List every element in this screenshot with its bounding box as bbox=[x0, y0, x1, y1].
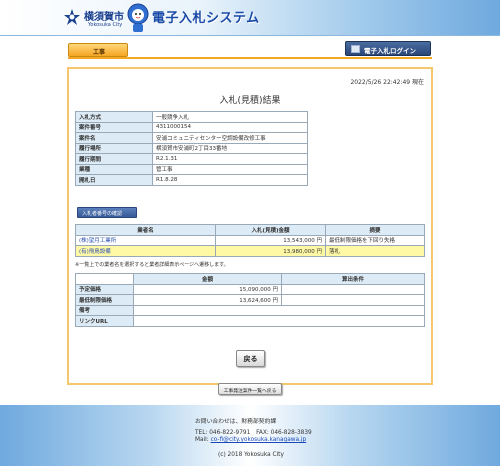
price-header: 金額 bbox=[133, 273, 282, 285]
table-row: 最低制限価格 13,624,600 円 bbox=[75, 294, 425, 306]
info-label: 入札方式 bbox=[75, 111, 153, 123]
remarks-value bbox=[133, 304, 425, 316]
price-condition bbox=[281, 283, 425, 295]
price-condition bbox=[281, 294, 425, 306]
mascot-icon bbox=[127, 3, 149, 32]
tel-fax-text: TEL: 046-822-9791 FAX: 046-828-3839 bbox=[195, 430, 312, 436]
info-row: 履行場所 横須賀市安浦町2丁目33番地 bbox=[75, 142, 308, 154]
price-header-row: 金額 算出条件 bbox=[75, 273, 425, 285]
price-amount: 13,624,600 円 bbox=[133, 294, 282, 306]
page-title: 入札(見積)結果 bbox=[219, 96, 281, 106]
back-to-list-button[interactable]: 工事発注案件一覧へ戻る bbox=[218, 383, 282, 395]
link-url-label: リンクURL bbox=[75, 315, 134, 327]
back-button[interactable]: 戻る bbox=[236, 350, 265, 367]
bidder-name-cell: (有)飛鳥設備 bbox=[75, 245, 216, 257]
info-label: 開札日 bbox=[75, 174, 153, 186]
tab-underline bbox=[68, 57, 432, 59]
login-button-label: 電子入札ログイン bbox=[364, 47, 416, 55]
table-row: 予定価格 15,090,000 円 bbox=[75, 283, 425, 295]
info-value: 管工事 bbox=[152, 163, 308, 175]
info-label: 履行期間 bbox=[75, 153, 153, 165]
info-value: 一般競争入札 bbox=[152, 111, 308, 123]
timestamp: 2022/5/26 22:42:49 現在 bbox=[350, 79, 424, 86]
price-header-blank bbox=[75, 273, 134, 285]
bid-note: 最低制限価格を下回り失格 bbox=[325, 234, 425, 246]
price-header: 算出条件 bbox=[281, 273, 425, 285]
price-table: 金額 算出条件 予定価格 15,090,000 円 最低制限価格 13,624,… bbox=[75, 273, 425, 327]
link-url-value bbox=[133, 315, 425, 327]
mail-label: Mail: bbox=[195, 437, 211, 443]
contact-text: お問い合わせは、財務部契約課 bbox=[195, 419, 277, 425]
bidder-link[interactable]: (株)望月工業所 bbox=[79, 238, 116, 244]
info-value: R2.1.31 bbox=[152, 153, 308, 165]
mail-link[interactable]: co-fi@city.yokosuka.kanagawa.jp bbox=[211, 437, 307, 443]
e-bid-login-button[interactable]: 電子入札ログイン bbox=[345, 41, 431, 56]
info-value: 4311000154 bbox=[152, 121, 308, 133]
results-header: 業者名 bbox=[75, 224, 216, 236]
info-label: 案件番号 bbox=[75, 121, 153, 133]
city-name: 横須賀市 bbox=[84, 12, 124, 23]
info-row: 入札方式 一般競争入札 bbox=[75, 111, 308, 123]
login-monitor-icon bbox=[351, 45, 360, 53]
price-amount: 15,090,000 円 bbox=[133, 283, 282, 295]
table-row: (株)望月工業所 13,543,000 円 最低制限価格を下回り失格 bbox=[75, 234, 425, 246]
bid-amount: 13,980,000 円 bbox=[215, 245, 326, 257]
results-header: 入札(見積)金額 bbox=[215, 224, 326, 236]
system-title: 電子入札システム bbox=[152, 11, 260, 26]
results-header-row: 業者名 入札(見積)金額 摘要 bbox=[75, 224, 425, 236]
city-emblem-icon bbox=[64, 9, 80, 25]
info-row: 履行期間 R2.1.31 bbox=[75, 153, 308, 165]
info-row: 案件名 安浦コミュニティセンター空調設備改修工事 bbox=[75, 132, 308, 144]
remarks-label: 備考 bbox=[75, 304, 134, 316]
site-footer: お問い合わせは、財務部契約課 TEL: 046-822-9791 FAX: 04… bbox=[0, 405, 500, 466]
city-name-en: Yokosuka City bbox=[88, 22, 123, 28]
table-row: リンクURL bbox=[75, 315, 425, 327]
bidder-number-confirm-button[interactable]: 入札者番号の確認 bbox=[77, 207, 137, 218]
bid-amount: 13,543,000 円 bbox=[215, 234, 326, 246]
bid-results-table: 業者名 入札(見積)金額 摘要 (株)望月工業所 13,543,000 円 最低… bbox=[75, 224, 425, 257]
table-row: 備考 bbox=[75, 304, 425, 316]
results-header: 摘要 bbox=[325, 224, 425, 236]
bidder-name-cell: (株)望月工業所 bbox=[75, 234, 216, 246]
results-note: ※一覧上での業者名を選択すると業者詳細表示ページへ遷移します。 bbox=[75, 262, 229, 268]
site-header: 横須賀市 Yokosuka City 電子入札システム bbox=[0, 0, 500, 36]
table-row-winner: (有)飛鳥設備 13,980,000 円 落札 bbox=[75, 245, 425, 257]
bid-info-table: 入札方式 一般競争入札 案件番号 4311000154 案件名 安浦コミュニティセンタ… bbox=[75, 111, 308, 186]
copyright: (c) 2018 Yokosuka City bbox=[218, 452, 284, 458]
price-label: 最低制限価格 bbox=[75, 294, 134, 306]
info-value: 安浦コミュニティセンター空調設備改修工事 bbox=[152, 132, 308, 144]
mail-line: Mail: co-fi@city.yokosuka.kanagawa.jp bbox=[195, 437, 306, 443]
result-panel: 2022/5/26 22:42:49 現在 入札(見積)結果 入札方式 一般競争入… bbox=[67, 67, 433, 385]
info-value: 横須賀市安浦町2丁目33番地 bbox=[152, 142, 308, 154]
price-label: 予定価格 bbox=[75, 283, 134, 295]
info-row: 開札日 R1.8.28 bbox=[75, 174, 308, 186]
bid-note: 落札 bbox=[325, 245, 425, 257]
info-label: 業種 bbox=[75, 163, 153, 175]
info-value: R1.8.28 bbox=[152, 174, 308, 186]
info-row: 案件番号 4311000154 bbox=[75, 121, 308, 133]
info-label: 案件名 bbox=[75, 132, 153, 144]
info-row: 業種 管工事 bbox=[75, 163, 308, 175]
tab-koji[interactable]: 工事 bbox=[68, 43, 128, 57]
info-label: 履行場所 bbox=[75, 142, 153, 154]
bidder-link[interactable]: (有)飛鳥設備 bbox=[79, 249, 111, 255]
